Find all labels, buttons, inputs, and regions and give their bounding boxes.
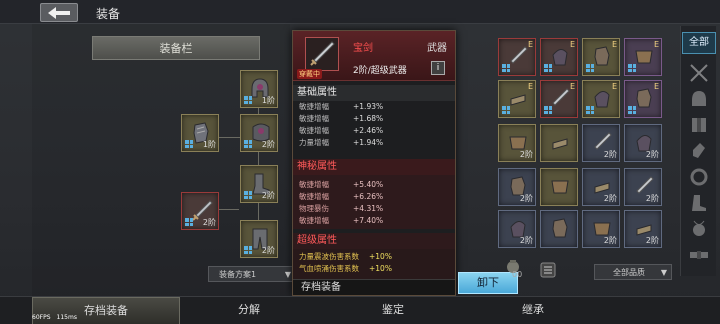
- inventory-item[interactable]: E: [582, 38, 620, 76]
- chevron-down-icon: ▼: [284, 270, 291, 279]
- inventory-item[interactable]: 2阶: [582, 168, 620, 206]
- inventory-item[interactable]: E: [582, 80, 620, 118]
- sort-icon[interactable]: [540, 262, 556, 278]
- quality-filter-dropdown[interactable]: 全部品质 ▼: [594, 264, 672, 280]
- inventory-item[interactable]: E: [540, 38, 578, 76]
- stat-row: 力量震波伤害系数 +10%: [299, 252, 392, 261]
- inventory-item[interactable]: 2阶: [624, 210, 662, 248]
- inventory-item[interactable]: 2阶: [498, 124, 536, 162]
- mystic-attributes: 神秘属性 敏捷增幅 +5.40% 敏捷增幅 +6.26% 物理暴伤 +4.31% 敏捷…: [293, 159, 455, 229]
- category-all-tab[interactable]: 全部: [682, 32, 716, 54]
- basic-attributes: 基础属性 敏捷增幅 +1.93% 敏捷增幅 +1.68% 敏捷增幅 +2.46% 力量…: [293, 85, 455, 149]
- boots-category-icon[interactable]: [688, 192, 710, 214]
- item-icon: [552, 88, 570, 106]
- sword-icon: [310, 41, 335, 66]
- inventory-item[interactable]: [540, 124, 578, 162]
- tab-identify[interactable]: 鉴定: [318, 297, 468, 324]
- ring-category-icon[interactable]: [688, 166, 710, 188]
- inventory-item[interactable]: E: [624, 80, 662, 118]
- stat-row: 物理暴伤 +4.31%: [299, 204, 384, 213]
- stat-row: 敏捷增幅 +1.68%: [299, 114, 384, 123]
- connector-line: [258, 150, 259, 166]
- unequip-button[interactable]: 卸下: [458, 272, 518, 294]
- item-icon: [594, 46, 610, 66]
- inventory-item[interactable]: 2阶: [498, 168, 536, 206]
- item-icon: [305, 37, 339, 71]
- chevron-down-icon: ▼: [660, 268, 667, 277]
- bottom-tab-bar: 存档装备 分解 鉴定 继承: [0, 296, 720, 324]
- equip-slot-armor[interactable]: 2阶: [240, 114, 278, 152]
- section-title: 神秘属性: [293, 159, 455, 175]
- equip-slot-gloves[interactable]: 1阶: [181, 114, 219, 152]
- equipment-scheme-dropdown[interactable]: 装备方案1 ▼: [208, 266, 296, 282]
- armor-category-icon[interactable]: [688, 114, 710, 136]
- stat-row: 敏捷增幅 +1.93%: [299, 102, 384, 111]
- inventory-item[interactable]: 2阶: [498, 210, 536, 248]
- item-icon: [636, 88, 652, 108]
- super-attributes: 超级属性 力量震波伤害系数 +10% 气血喷涌伤害系数 +10%: [293, 233, 455, 281]
- item-grade: 2阶/超级武器: [353, 66, 407, 76]
- stat-row: 敏捷增幅 +5.40%: [299, 180, 384, 189]
- item-icon: [551, 180, 569, 194]
- amulet-category-icon[interactable]: [688, 218, 710, 240]
- inventory-item[interactable]: 2阶: [624, 168, 662, 206]
- connector-line: [258, 202, 259, 220]
- item-icon: [510, 46, 528, 64]
- inventory-item[interactable]: [540, 210, 578, 248]
- section-title: 基础属性: [293, 85, 455, 101]
- item-name: 宝剑: [353, 43, 373, 54]
- stat-row: 力量增幅 +1.94%: [299, 138, 384, 147]
- equipment-screen: { "header": {"title": "装备"}, "left_panel…: [0, 0, 720, 324]
- coin-count: 00: [512, 270, 523, 279]
- back-button[interactable]: [40, 3, 78, 22]
- equip-slot-boots[interactable]: 2阶: [240, 165, 278, 203]
- item-icon: [635, 50, 653, 64]
- item-icon: [552, 49, 568, 66]
- tab-inherit[interactable]: 继承: [468, 297, 598, 324]
- inventory-item[interactable]: E: [540, 80, 578, 118]
- item-icon: [552, 218, 568, 238]
- equip-slot-leggings[interactable]: 2阶: [240, 220, 278, 258]
- inventory-item[interactable]: 2阶: [582, 124, 620, 162]
- item-type: 武器: [427, 43, 447, 54]
- top-bar: 装备: [0, 0, 720, 24]
- inventory-item[interactable]: [540, 168, 578, 206]
- stat-row: 敏捷增幅 +2.46%: [299, 126, 384, 135]
- swords-category-icon[interactable]: [688, 62, 710, 84]
- stat-row: 敏捷增幅 +6.26%: [299, 192, 384, 201]
- debug-overlay: 60FPS 115ms: [32, 314, 77, 321]
- item-icon: [552, 138, 568, 150]
- item-tooltip: 穿戴中 宝剑 武器 2阶/超级武器 i 基础属性 敏捷增幅 +1.93% 敏捷增幅…: [292, 30, 456, 296]
- inventory-item[interactable]: 2阶: [582, 210, 620, 248]
- equipped-badge: 穿戴中: [297, 69, 322, 79]
- page-title: 装备: [96, 7, 121, 21]
- info-button[interactable]: i: [431, 61, 445, 75]
- equip-slot-weapon[interactable]: 2阶: [181, 192, 219, 230]
- gloves-category-icon[interactable]: [688, 140, 710, 162]
- connector-line: [219, 137, 241, 138]
- stat-row: 敏捷增幅 +7.40%: [299, 216, 384, 225]
- inventory-item[interactable]: E: [624, 38, 662, 76]
- helmet-category-icon[interactable]: [688, 88, 710, 110]
- stat-row: 气血喷涌伤害系数 +10%: [299, 264, 392, 273]
- item-icon: [594, 91, 610, 108]
- belt-category-icon[interactable]: [688, 244, 710, 266]
- back-arrow-icon: [48, 6, 70, 19]
- inventory-grid: E E E E E E E E 2阶 2阶 2阶 2阶 2阶 2阶 2阶 2阶 2阶: [494, 34, 674, 262]
- section-title: 超级属性: [293, 233, 455, 249]
- archive-equip-label[interactable]: 存档装备: [293, 279, 455, 295]
- equipment-bar-header: 装备栏: [92, 36, 260, 60]
- tooltip-header: 穿戴中 宝剑 武器 2阶/超级武器 i: [293, 31, 455, 81]
- inventory-item[interactable]: E: [498, 38, 536, 76]
- tab-disassemble[interactable]: 分解: [180, 297, 318, 324]
- item-icon: [510, 94, 526, 106]
- equip-slot-helmet[interactable]: 1阶: [240, 70, 278, 108]
- inventory-item[interactable]: E: [498, 80, 536, 118]
- connector-line: [219, 209, 239, 210]
- inventory-item[interactable]: 2阶: [624, 124, 662, 162]
